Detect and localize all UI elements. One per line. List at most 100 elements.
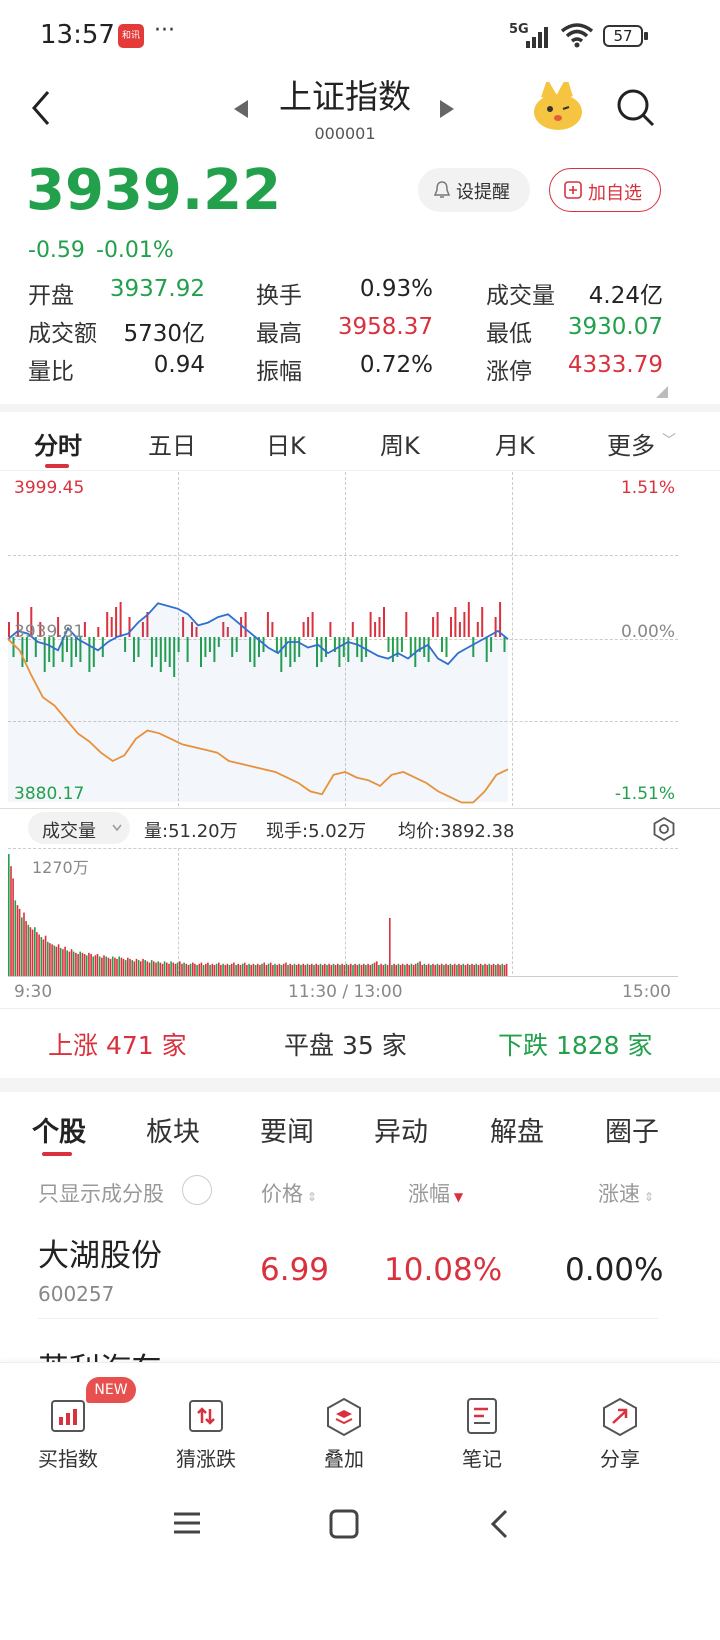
app-badge-icon: 和讯 xyxy=(118,24,144,48)
volume-bar xyxy=(395,965,397,976)
tab-content[interactable]: 板块 xyxy=(146,1110,200,1149)
volume-bar xyxy=(423,963,426,976)
tab-chart[interactable]: 月K xyxy=(495,426,535,461)
volume-bar xyxy=(399,965,402,976)
volume-bar xyxy=(118,956,120,976)
back-nav-icon[interactable] xyxy=(488,1508,510,1540)
volume-bar xyxy=(150,960,153,976)
volume-bar xyxy=(40,937,43,976)
stock-row[interactable]: 英利汽车 xyxy=(0,1322,720,1362)
volume-bar xyxy=(365,965,367,976)
settings-icon[interactable] xyxy=(651,816,677,842)
volume-bar xyxy=(127,957,129,976)
minute-bar xyxy=(311,612,314,637)
volume-bar xyxy=(27,924,30,976)
y-high-label: 3999.45 xyxy=(14,478,85,498)
index-code: 000001 xyxy=(314,124,376,143)
tab-chart[interactable]: 更多 xyxy=(607,426,655,461)
volume-bar xyxy=(55,946,58,976)
volume-bar xyxy=(347,965,350,976)
pct-mid-label: 0.00% xyxy=(620,622,675,642)
volume-bar xyxy=(10,866,12,976)
tab-content[interactable]: 要闻 xyxy=(260,1110,314,1149)
volume-bar xyxy=(140,961,142,976)
change-sort-header[interactable]: 涨幅 ▼ xyxy=(408,1178,463,1208)
minute-bar xyxy=(436,612,439,637)
volume-bar xyxy=(116,958,118,976)
volume-bar xyxy=(282,963,285,976)
volume-bar xyxy=(421,965,423,976)
speed-sort-header[interactable]: 涨速 ⇕ xyxy=(598,1178,654,1208)
volume-bar xyxy=(192,962,194,976)
search-icon[interactable] xyxy=(616,88,656,128)
layers-icon xyxy=(327,1397,361,1437)
volume-bar xyxy=(326,965,328,976)
tab-content[interactable]: 圈子 xyxy=(605,1110,659,1149)
price-sort-header[interactable]: 价格 ⇕ xyxy=(261,1178,317,1208)
volume-bar xyxy=(49,943,51,976)
tab-content[interactable]: 个股 xyxy=(32,1110,86,1149)
volume-bar xyxy=(280,965,283,976)
tab-content[interactable]: 解盘 xyxy=(490,1110,544,1149)
volume-indicator-select[interactable]: 成交量 xyxy=(28,812,130,844)
divider xyxy=(0,404,720,412)
minute-bar xyxy=(405,612,408,637)
volume-bar xyxy=(384,963,387,976)
volume-bar xyxy=(168,963,170,976)
volume-bar xyxy=(412,965,415,976)
volume-bar xyxy=(482,965,484,976)
nav-guess[interactable]: 猜涨跌 xyxy=(156,1395,256,1475)
volume-bar xyxy=(172,962,175,976)
stat-label: 最高 xyxy=(256,321,302,347)
nav-notes[interactable]: 笔记 xyxy=(432,1395,532,1475)
set-alert-button[interactable]: 设提醒 xyxy=(418,168,530,212)
expand-corner-icon[interactable] xyxy=(656,386,668,398)
sort-icon: ⇕ xyxy=(640,1190,654,1204)
volume-bar xyxy=(146,961,149,976)
volume-bar xyxy=(427,963,430,976)
tab-chart[interactable]: 日K xyxy=(266,426,306,461)
volume-bar xyxy=(103,955,105,976)
home-icon[interactable] xyxy=(328,1508,360,1540)
vol-max-label: 1270万 xyxy=(32,858,89,877)
bell-icon xyxy=(434,181,450,198)
bottom-nav: 买指数 NEW 猜涨跌 叠加 笔记 分享 xyxy=(0,1362,720,1480)
nav-overlay[interactable]: 叠加 xyxy=(294,1395,394,1475)
volume-bar xyxy=(443,965,445,976)
mascot-icon[interactable] xyxy=(532,82,584,132)
volume-bar xyxy=(276,965,278,976)
tab-content[interactable]: 异动 xyxy=(374,1110,428,1149)
volume-bar xyxy=(261,963,263,976)
tab-chart[interactable]: 五日 xyxy=(148,426,196,461)
menu-icon[interactable] xyxy=(172,1510,202,1536)
volume-bar xyxy=(330,965,333,976)
section-divider xyxy=(0,1078,720,1092)
change-header-label: 涨幅 xyxy=(408,1182,450,1206)
volume-bar xyxy=(408,965,410,976)
tab-underline xyxy=(45,464,69,468)
nav-buy-index[interactable]: 买指数 xyxy=(18,1395,118,1475)
volume-bar xyxy=(389,918,391,976)
constituents-filter-radio[interactable] xyxy=(182,1175,212,1205)
volume-bar xyxy=(185,963,188,976)
tab-chart[interactable]: 周K xyxy=(380,426,420,461)
volume-bar xyxy=(332,963,335,976)
volume-bar xyxy=(453,963,456,976)
battery-icon: 57 xyxy=(603,25,643,47)
volume-bar xyxy=(42,939,45,976)
tab-underline xyxy=(42,1152,72,1156)
volume-bar xyxy=(53,945,56,976)
volume-bar xyxy=(159,962,162,976)
stock-row[interactable]: 大湖股份 600257 6.99 10.08% 0.00% xyxy=(0,1222,720,1322)
next-index-icon[interactable] xyxy=(440,100,454,118)
add-watchlist-button[interactable]: 加自选 xyxy=(549,168,661,212)
status-bar: 13:57 和讯 ··· 5G 57 xyxy=(0,0,720,76)
volume-bar xyxy=(129,958,131,976)
volume-bar xyxy=(220,965,222,976)
set-alert-label: 设提醒 xyxy=(456,182,510,203)
nav-share[interactable]: 分享 xyxy=(570,1395,670,1475)
pct-high-label: 1.51% xyxy=(620,478,675,498)
back-icon[interactable] xyxy=(28,88,54,128)
tab-chart[interactable]: 分时 xyxy=(34,426,82,461)
minute-bar xyxy=(476,622,479,637)
